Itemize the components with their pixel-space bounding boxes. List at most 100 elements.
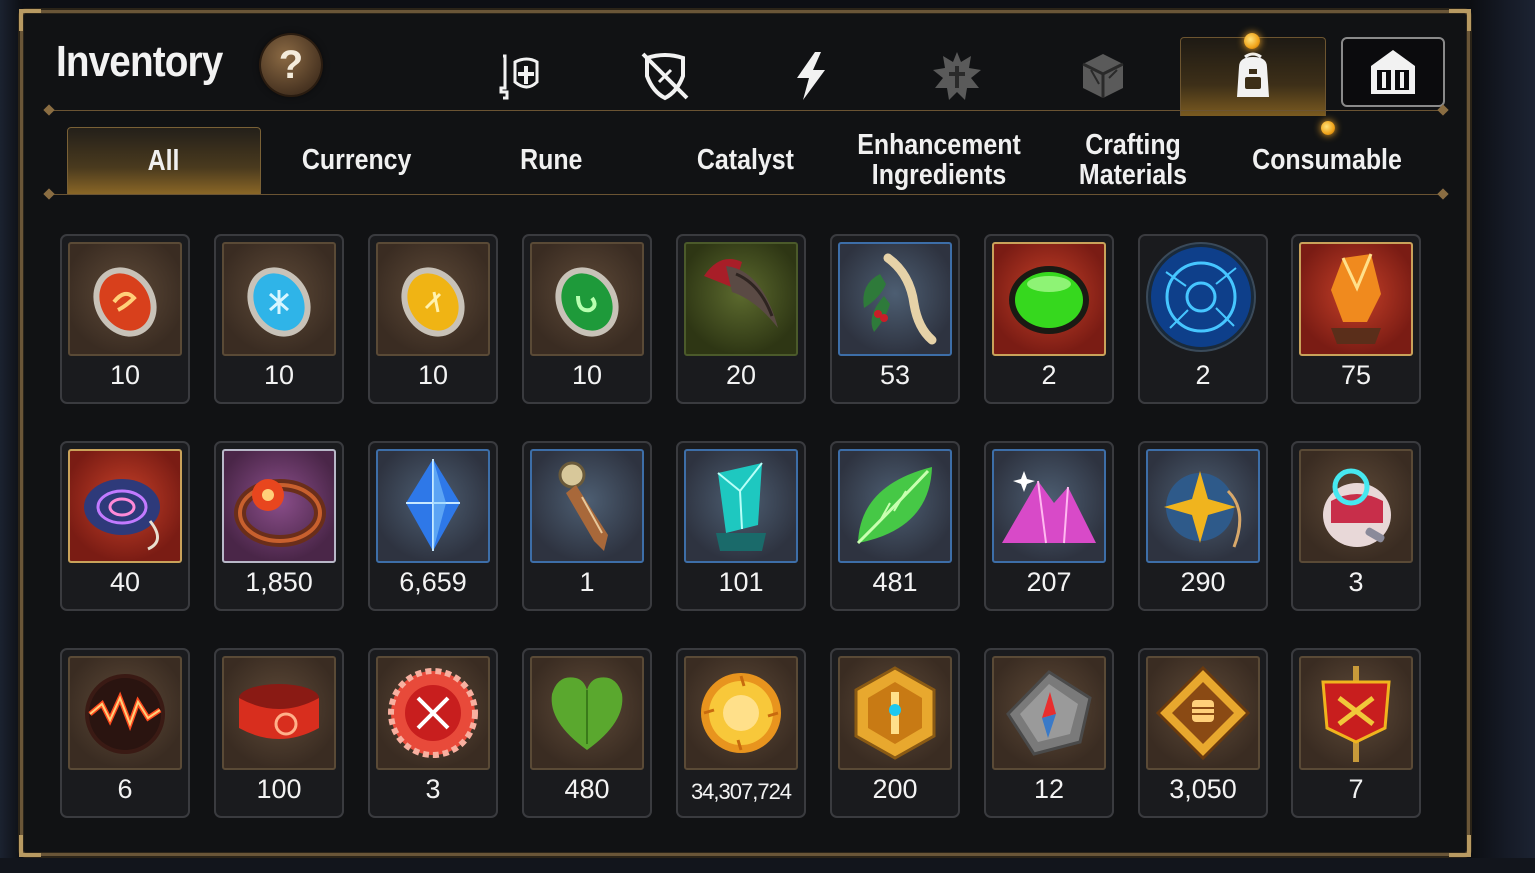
item-count: 101 xyxy=(718,567,764,597)
frame-corner xyxy=(1449,9,1471,31)
item-slot[interactable]: 7 xyxy=(1291,648,1421,818)
fist-emblem-icon xyxy=(1155,665,1251,761)
claw-icon xyxy=(704,259,778,328)
item-slot[interactable]: 1,850 xyxy=(214,441,344,611)
divider xyxy=(43,188,1449,200)
item-slot[interactable]: 6,659 xyxy=(368,441,498,611)
subtab-rune[interactable]: Rune xyxy=(455,127,647,193)
item-slot[interactable]: 200 xyxy=(830,648,960,818)
subtab-catalyst[interactable]: Catalyst xyxy=(649,127,841,193)
item-slot[interactable]: 20 xyxy=(676,234,806,404)
tab-storage[interactable] xyxy=(1341,37,1445,107)
tab-skills[interactable] xyxy=(763,41,859,111)
item-count: 3 xyxy=(1348,567,1364,597)
item-count: 2 xyxy=(1195,360,1211,390)
item-slot[interactable]: 34,307,724 xyxy=(676,648,806,818)
item-count: 207 xyxy=(1026,567,1072,597)
page-title: Inventory xyxy=(56,37,223,86)
blue-rune-icon xyxy=(247,267,311,337)
item-slot[interactable]: 10 xyxy=(522,234,652,404)
bookmark-icon xyxy=(558,461,608,551)
orange-crystal-icon xyxy=(1331,253,1381,344)
item-count: 200 xyxy=(872,774,918,804)
item-slot[interactable]: 2 xyxy=(1138,234,1268,404)
item-slot[interactable]: 12 xyxy=(984,648,1114,818)
green-heart-icon xyxy=(551,677,623,750)
item-count: 3 xyxy=(425,774,441,804)
blue-crystal-icon xyxy=(406,459,460,551)
item-count: 100 xyxy=(256,774,302,804)
item-count: 10 xyxy=(109,360,141,390)
gold-coin-icon xyxy=(701,673,781,753)
item-count: 34,307,724 xyxy=(690,779,792,804)
help-button[interactable]: ? xyxy=(261,35,321,95)
item-count: 6,659 xyxy=(399,567,467,597)
item-slot[interactable]: 3 xyxy=(1291,441,1421,611)
item-slot[interactable]: 3 xyxy=(368,648,498,818)
green-rune-icon xyxy=(555,267,619,337)
item-slot[interactable]: 6 xyxy=(60,648,190,818)
red-badge-icon xyxy=(388,668,478,758)
item-slot[interactable]: 481 xyxy=(830,441,960,611)
stone-compass-icon xyxy=(1006,670,1092,756)
green-leaf-icon xyxy=(856,467,932,545)
item-count: 53 xyxy=(879,360,911,390)
item-slot[interactable]: 3,050 xyxy=(1138,648,1268,818)
notification-dot xyxy=(1321,121,1335,135)
item-count: 1,850 xyxy=(245,567,313,597)
robot-toy-icon xyxy=(1323,468,1391,547)
item-slot[interactable]: 10 xyxy=(60,234,190,404)
item-slot[interactable]: 75 xyxy=(1291,234,1421,404)
item-slot[interactable]: 1 xyxy=(522,441,652,611)
item-count: 12 xyxy=(1033,774,1065,804)
teal-crystal-icon xyxy=(716,462,766,551)
tab-broken-gear[interactable] xyxy=(617,41,713,111)
blue-coil-icon xyxy=(84,479,160,551)
subtab-enhancement-ingredients[interactable]: Enhancement Ingredients xyxy=(843,127,1035,193)
green-gem-icon xyxy=(1009,266,1089,334)
item-count: 10 xyxy=(263,360,295,390)
item-slot[interactable]: 290 xyxy=(1138,441,1268,611)
item-slot[interactable]: 101 xyxy=(676,441,806,611)
tab-gear[interactable] xyxy=(471,41,567,111)
item-slot[interactable]: 53 xyxy=(830,234,960,404)
item-count: 40 xyxy=(109,567,141,597)
war-banner-icon xyxy=(1321,666,1391,762)
item-slot[interactable]: 207 xyxy=(984,441,1114,611)
frame-corner xyxy=(19,835,41,857)
item-count: 10 xyxy=(417,360,449,390)
subtab-currency[interactable]: Currency xyxy=(261,127,453,193)
divider xyxy=(43,104,1449,116)
item-slot[interactable]: 100 xyxy=(214,648,344,818)
artifact-icon xyxy=(933,52,981,100)
item-slot[interactable]: 10 xyxy=(368,234,498,404)
lightning-icon xyxy=(797,52,825,100)
star-pendant-icon xyxy=(1164,471,1242,548)
tab-artifacts[interactable] xyxy=(909,41,1005,111)
pink-mountain-icon xyxy=(1002,471,1096,544)
item-slot[interactable]: 40 xyxy=(60,441,190,611)
subtab-consumable[interactable]: Consumable xyxy=(1231,127,1423,193)
red-rune-icon xyxy=(93,267,157,337)
background-right xyxy=(1470,0,1535,873)
flower-ring-icon xyxy=(234,479,326,547)
item-count: 7 xyxy=(1348,774,1364,804)
broken-shield-icon xyxy=(641,52,689,101)
yellow-rune-icon xyxy=(401,267,465,337)
item-count: 290 xyxy=(1180,567,1226,597)
lava-orb-icon xyxy=(85,674,165,754)
tab-cubes[interactable] xyxy=(1055,41,1151,111)
gear-knight-icon xyxy=(499,54,539,100)
frame-corner xyxy=(19,9,41,31)
background-bottom xyxy=(0,858,1535,873)
subtab-crafting-materials[interactable]: Crafting Materials xyxy=(1037,127,1229,193)
item-slot[interactable]: 480 xyxy=(522,648,652,818)
item-count: 3,050 xyxy=(1169,774,1237,804)
subtab-all[interactable]: All xyxy=(67,127,261,195)
gold-hexagon-icon xyxy=(854,666,936,760)
item-slot[interactable]: 2 xyxy=(984,234,1114,404)
item-count: 75 xyxy=(1340,360,1372,390)
frame-corner xyxy=(1449,835,1471,857)
item-slot[interactable]: 10 xyxy=(214,234,344,404)
item-count: 480 xyxy=(564,774,610,804)
